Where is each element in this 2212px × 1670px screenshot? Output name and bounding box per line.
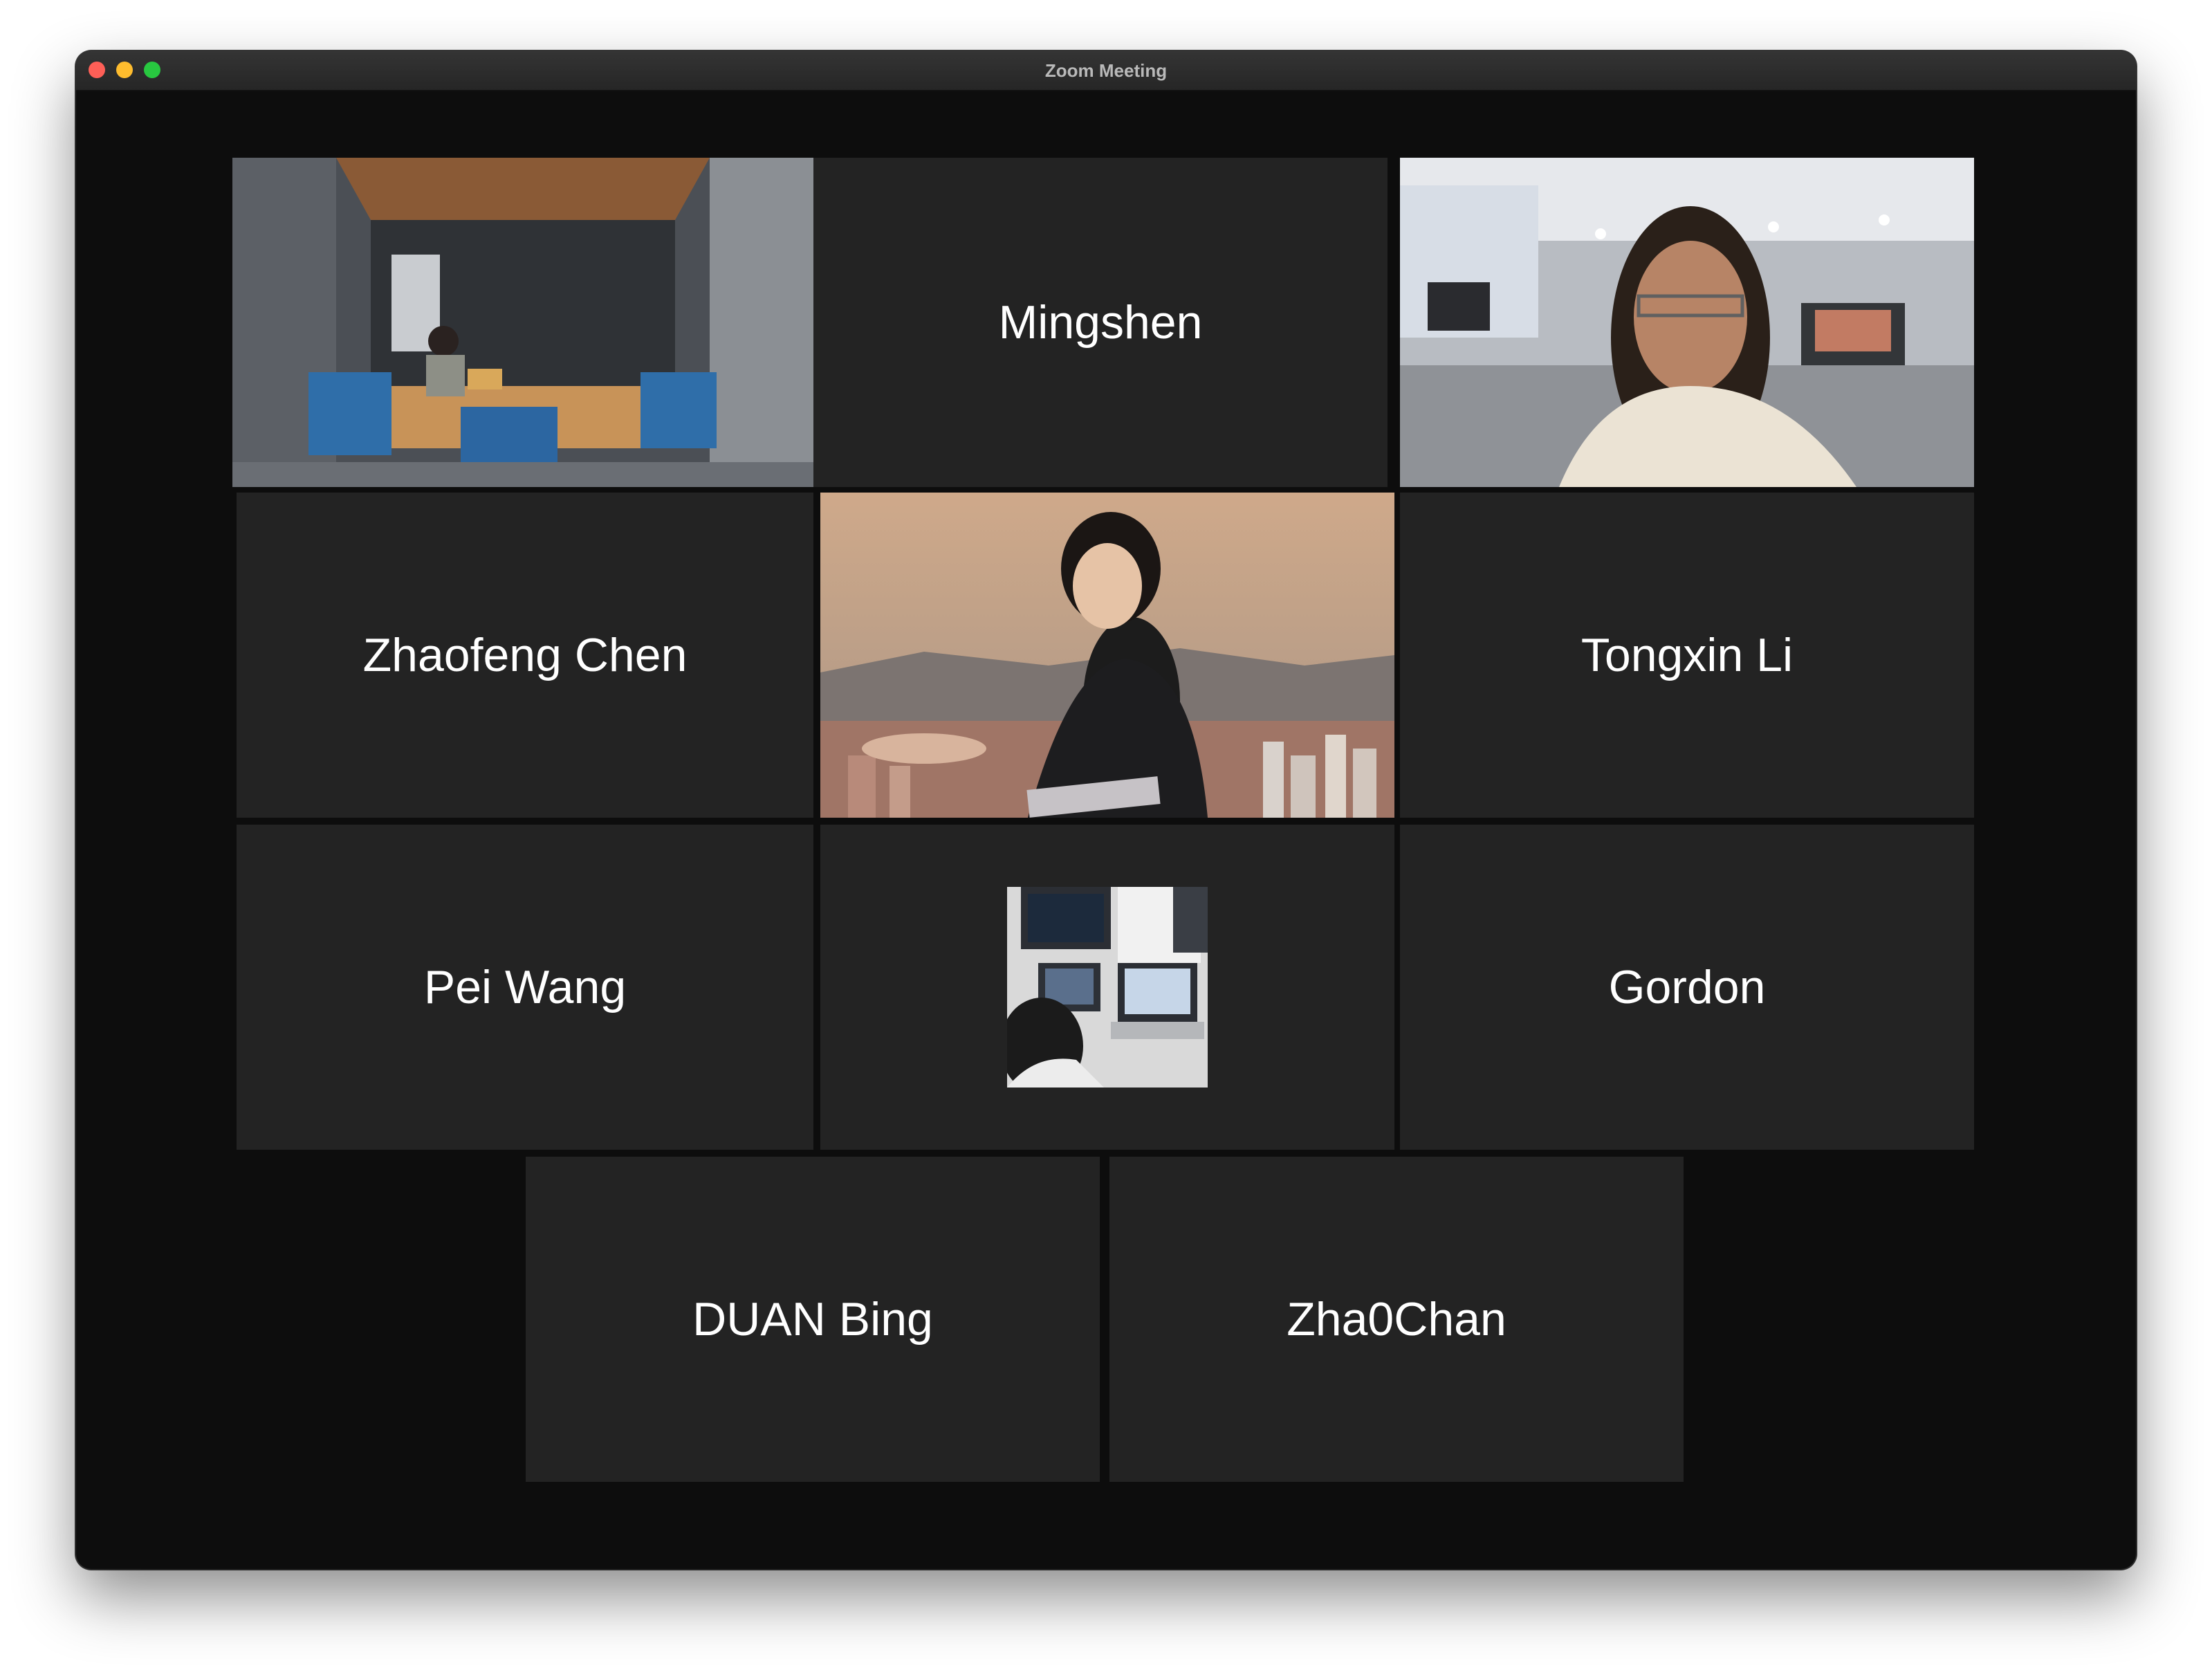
participant-video-tile-cityscape[interactable] <box>820 493 1394 818</box>
participant-tile-profile-picture[interactable] <box>820 825 1394 1150</box>
participant-name: Pei Wang <box>423 961 627 1013</box>
participant-tile-pei-wang[interactable]: Pei Wang <box>237 825 813 1150</box>
participant-name: Zhaofeng Chen <box>362 629 688 681</box>
participant-video-tile-office[interactable] <box>1400 158 1974 487</box>
participant-name: Tongxin Li <box>1580 629 1794 681</box>
participant-name: Zha0Chan <box>1287 1293 1506 1346</box>
conference-room-video <box>232 158 813 487</box>
participant-name: DUAN Bing <box>692 1293 933 1346</box>
participant-tile-zha0chan[interactable]: Zha0Chan <box>1109 1157 1684 1482</box>
participant-tile-zhaofeng-chen[interactable]: Zhaofeng Chen <box>237 493 813 818</box>
participant-video-tile-conference-room[interactable] <box>232 158 813 487</box>
profile-picture-image <box>1000 887 1208 1094</box>
participant-tile-mingshen[interactable]: Mingshen <box>813 158 1388 487</box>
zoom-window: Zoom Meeting Mingshen Zhaofeng Chen Tong… <box>76 51 2136 1569</box>
title-bar: Zoom Meeting <box>76 51 2136 91</box>
cityscape-video <box>820 493 1394 818</box>
window-title: Zoom Meeting <box>1044 60 1168 81</box>
participant-tile-gordon[interactable]: Gordon <box>1400 825 1974 1150</box>
participant-tile-duan-bing[interactable]: DUAN Bing <box>526 1157 1100 1482</box>
profile-picture <box>1000 887 1208 1094</box>
office-video <box>1400 158 1974 487</box>
participant-name: Mingshen <box>998 296 1203 349</box>
participant-tile-tongxin-li[interactable]: Tongxin Li <box>1400 493 1974 818</box>
participant-name: Gordon <box>1608 961 1766 1013</box>
